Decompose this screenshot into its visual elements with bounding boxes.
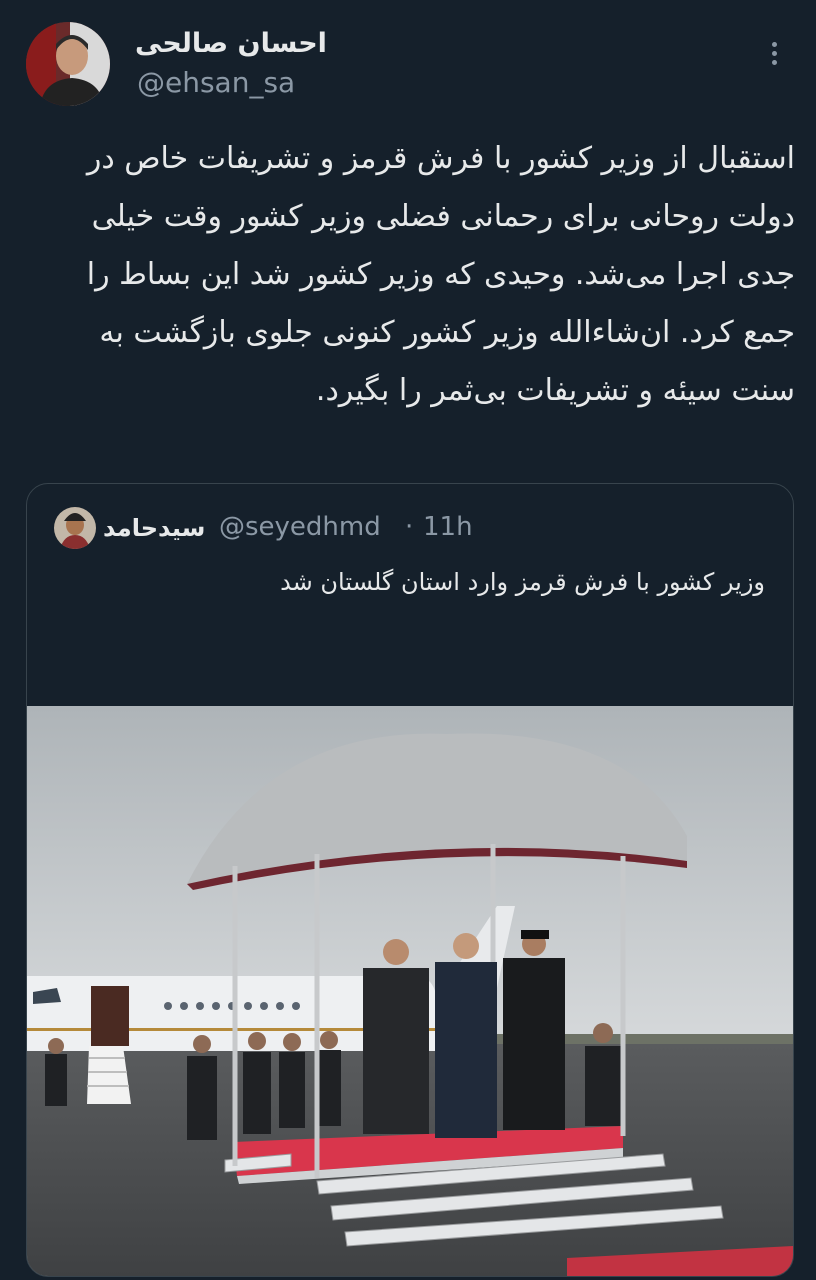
quoted-author-avatar[interactable] — [54, 507, 96, 549]
author-display-name[interactable]: احسان صالحی — [135, 28, 327, 59]
quoted-tweet-card[interactable]: سیدحامد @seyedhmd · 11h وزیر کشور با فرش… — [26, 483, 794, 1277]
separator-dot: · — [405, 512, 414, 542]
quoted-author-display-name[interactable]: سیدحامد — [103, 514, 205, 542]
quoted-tweet-text: وزیر کشور با فرش قرمز وارد استان گلستان … — [280, 568, 765, 596]
author-avatar[interactable] — [26, 22, 110, 106]
more-vertical-icon[interactable] — [760, 38, 788, 72]
tweet-text: استقبال از وزیر کشور با فرش قرمز و تشریف… — [86, 141, 795, 408]
tweet-header: احسان صالحی @ehsan_sa — [0, 0, 816, 120]
author-handle[interactable]: @ehsan_sa — [137, 66, 295, 99]
quoted-tweet-header: سیدحامد @seyedhmd · 11h — [27, 484, 793, 554]
quoted-tweet-time[interactable]: 11h — [423, 512, 473, 542]
quoted-author-handle[interactable]: @seyedhmd — [219, 512, 381, 542]
quoted-tweet-photo[interactable] — [27, 706, 793, 1276]
